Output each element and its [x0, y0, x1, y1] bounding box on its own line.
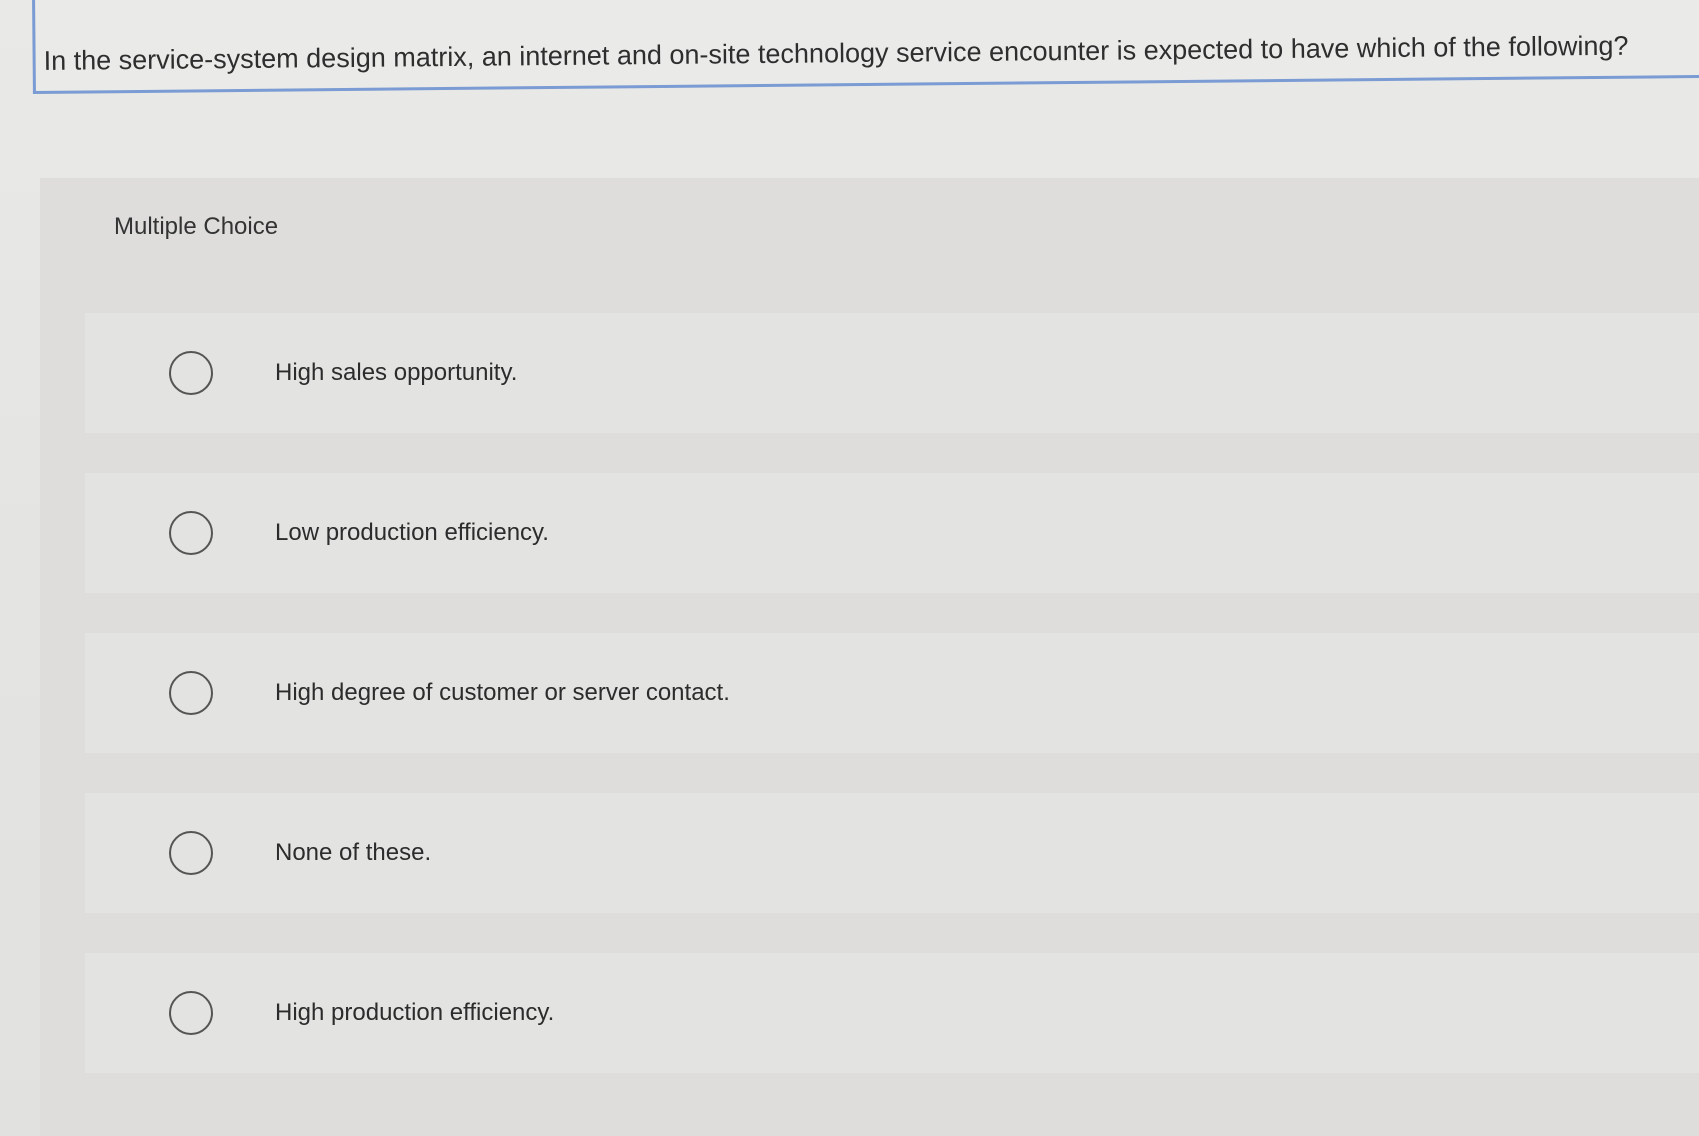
- answer-option-label: Low production efficiency.: [275, 519, 549, 546]
- question-text: In the service-system design matrix, an …: [43, 30, 1629, 76]
- answer-option-5[interactable]: High production efficiency.: [85, 953, 1699, 1073]
- radio-button[interactable]: [169, 831, 213, 875]
- quiz-page: In the service-system design matrix, an …: [0, 0, 1699, 1136]
- multiple-choice-panel: Multiple Choice High sales opportunity. …: [40, 178, 1699, 1136]
- answer-option-1[interactable]: High sales opportunity.: [85, 313, 1699, 433]
- radio-button[interactable]: [169, 991, 213, 1035]
- answer-option-label: None of these.: [275, 839, 432, 866]
- question-box: In the service-system design matrix, an …: [32, 0, 1699, 94]
- radio-button[interactable]: [169, 351, 213, 395]
- radio-button[interactable]: [169, 511, 213, 555]
- multiple-choice-heading: Multiple Choice: [114, 213, 279, 240]
- radio-button[interactable]: [169, 671, 213, 715]
- answer-option-label: High degree of customer or server contac…: [275, 679, 730, 706]
- answer-option-label: High sales opportunity.: [275, 359, 518, 386]
- answer-option-4[interactable]: None of these.: [85, 793, 1699, 913]
- answer-option-2[interactable]: Low production efficiency.: [85, 473, 1699, 593]
- answer-option-label: High production efficiency.: [275, 999, 555, 1026]
- answer-option-3[interactable]: High degree of customer or server contac…: [85, 633, 1699, 753]
